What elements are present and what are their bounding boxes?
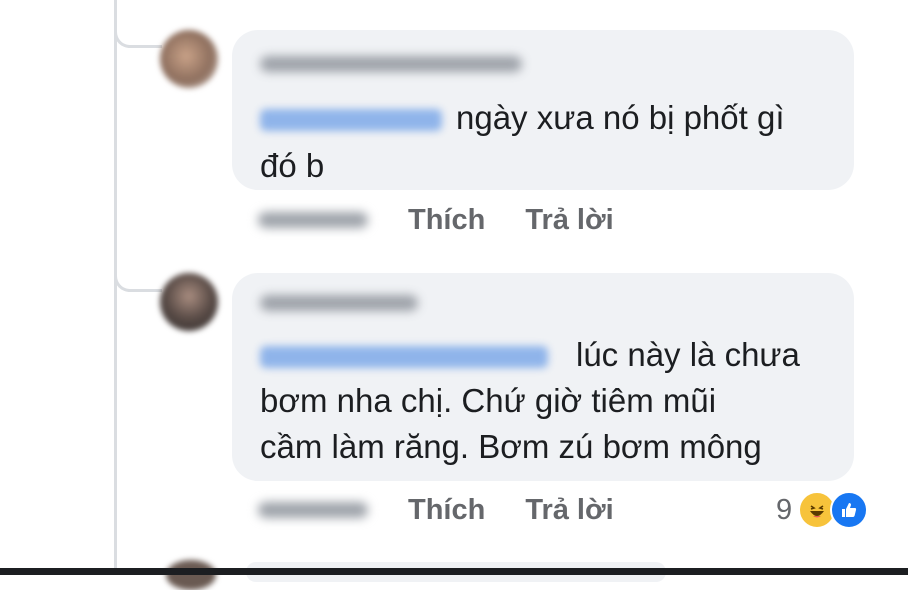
comment-line: cầm làm răng. Bơm zú bơm mông — [260, 428, 762, 465]
comment-timestamp[interactable] — [258, 502, 368, 518]
commenter-avatar[interactable] — [160, 30, 218, 88]
commenter-avatar[interactable] — [160, 273, 218, 331]
comment-line: đó b — [260, 147, 325, 184]
comment-actions: Thích Trả lời — [258, 490, 654, 530]
thread-line — [114, 0, 117, 575]
next-commenter-avatar[interactable] — [166, 560, 216, 590]
mention-tag[interactable] — [260, 109, 442, 132]
reply-connector — [114, 266, 162, 292]
comment-actions: Thích Trả lời — [258, 200, 654, 240]
reaction-summary[interactable]: 9 — [776, 488, 869, 532]
like-action[interactable]: Thích — [408, 204, 485, 237]
comment-line: ngày xưa nó bị phốt gì — [260, 94, 785, 141]
like-action[interactable]: Thích — [408, 494, 485, 527]
comment-bubble: lúc này là chưa bơm nha chị. Chứ giờ tiê… — [232, 273, 854, 481]
bottom-edge-bar — [0, 568, 908, 575]
reply-action[interactable]: Trả lời — [525, 204, 613, 237]
like-icon — [830, 491, 869, 529]
comment-timestamp[interactable] — [258, 212, 368, 228]
comment-line: lúc này là chưa — [260, 331, 800, 378]
mention-tag[interactable] — [260, 346, 548, 369]
comment-line: bơm nha chị. Chứ giờ tiêm mũi — [260, 382, 717, 419]
reaction-count: 9 — [776, 493, 793, 526]
comment-bubble: ngày xưa nó bị phốt gì đó b — [232, 30, 854, 190]
commenter-name[interactable] — [260, 295, 418, 311]
reply-connector — [114, 22, 162, 48]
reply-action[interactable]: Trả lời — [525, 494, 613, 527]
commenter-name[interactable] — [260, 56, 522, 72]
